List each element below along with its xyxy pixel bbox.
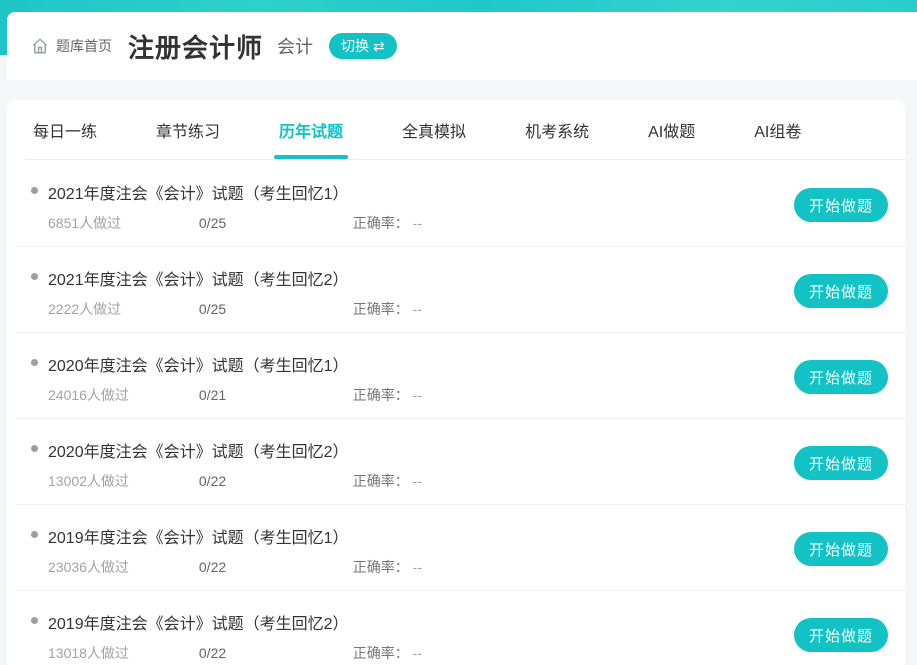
progress-count: 0/22 bbox=[199, 645, 349, 661]
start-questions-button[interactable]: 开始做题 bbox=[794, 274, 888, 308]
exam-stats: 6851人做过 0/25 正确率： -- bbox=[7, 213, 905, 233]
attempts-count: 23036人做过 bbox=[48, 557, 195, 577]
tab-bar: 每日一练 章节练习 历年试题 全真模拟 机考系统 AI做题 AI组卷 bbox=[7, 100, 905, 160]
exam-stats: 13018人做过 0/22 正确率： -- bbox=[7, 643, 905, 663]
exam-stats: 24016人做过 0/21 正确率： -- bbox=[7, 385, 905, 405]
exam-stats: 13002人做过 0/22 正确率： -- bbox=[7, 471, 905, 491]
exam-stats: 23036人做过 0/22 正确率： -- bbox=[7, 557, 905, 577]
accuracy-value: -- bbox=[413, 473, 422, 489]
tab-chapter-practice[interactable]: 章节练习 bbox=[156, 100, 220, 160]
tab-ai-questions[interactable]: AI做题 bbox=[648, 100, 695, 160]
exam-list: 2021年度注会《会计》试题（考生回忆1） 6851人做过 0/25 正确率： … bbox=[7, 160, 905, 665]
start-questions-button[interactable]: 开始做题 bbox=[794, 618, 888, 652]
list-item: 2020年度注会《会计》试题（考生回忆2） 13002人做过 0/22 正确率：… bbox=[7, 418, 905, 504]
exam-title: 2021年度注会《会计》试题（考生回忆1） bbox=[7, 160, 905, 204]
accuracy-label: 正确率： bbox=[353, 215, 409, 231]
bullet-icon bbox=[31, 273, 38, 280]
start-questions-button[interactable]: 开始做题 bbox=[794, 360, 888, 394]
bullet-icon bbox=[31, 445, 38, 452]
list-item: 2019年度注会《会计》试题（考生回忆2） 13018人做过 0/22 正确率：… bbox=[7, 590, 905, 665]
accuracy-label: 正确率： bbox=[353, 301, 409, 317]
exam-title: 2020年度注会《会计》试题（考生回忆2） bbox=[7, 418, 905, 462]
bullet-icon bbox=[31, 187, 38, 194]
exam-stats: 2222人做过 0/25 正确率： -- bbox=[7, 299, 905, 319]
accuracy-label: 正确率： bbox=[353, 645, 409, 661]
exam-title: 2020年度注会《会计》试题（考生回忆1） bbox=[7, 332, 905, 376]
breadcrumb[interactable]: 题库首页 bbox=[56, 36, 112, 56]
attempts-count: 13018人做过 bbox=[48, 643, 195, 663]
exam-title: 2019年度注会《会计》试题（考生回忆1） bbox=[7, 504, 905, 548]
list-item: 2021年度注会《会计》试题（考生回忆1） 6851人做过 0/25 正确率： … bbox=[7, 160, 905, 246]
swap-icon: ⇄ bbox=[373, 39, 385, 53]
attempts-count: 13002人做过 bbox=[48, 471, 195, 491]
exam-title: 2021年度注会《会计》试题（考生回忆2） bbox=[7, 246, 905, 290]
accuracy-label: 正确率： bbox=[353, 473, 409, 489]
accuracy-value: -- bbox=[413, 559, 422, 575]
attempts-count: 2222人做过 bbox=[48, 299, 195, 319]
accuracy-value: -- bbox=[413, 301, 422, 317]
progress-count: 0/25 bbox=[199, 301, 349, 317]
page-title: 注册会计师 bbox=[128, 28, 263, 65]
bullet-icon bbox=[31, 617, 38, 624]
accuracy-value: -- bbox=[413, 215, 422, 231]
progress-count: 0/25 bbox=[199, 215, 349, 231]
attempts-count: 6851人做过 bbox=[48, 213, 195, 233]
accuracy-label: 正确率： bbox=[353, 559, 409, 575]
list-item: 2019年度注会《会计》试题（考生回忆1） 23036人做过 0/22 正确率：… bbox=[7, 504, 905, 590]
tab-full-simulation[interactable]: 全真模拟 bbox=[402, 100, 466, 160]
progress-count: 0/22 bbox=[199, 559, 349, 575]
tab-computer-exam-system[interactable]: 机考系统 bbox=[525, 100, 589, 160]
tab-daily-practice[interactable]: 每日一练 bbox=[33, 100, 97, 160]
progress-count: 0/22 bbox=[199, 473, 349, 489]
accuracy-value: -- bbox=[413, 387, 422, 403]
header-card: 题库首页 注册会计师 会计 切换 ⇄ bbox=[7, 12, 917, 80]
accuracy-label: 正确率： bbox=[353, 387, 409, 403]
bullet-icon bbox=[31, 359, 38, 366]
exam-title: 2019年度注会《会计》试题（考生回忆2） bbox=[7, 590, 905, 634]
accuracy-value: -- bbox=[413, 645, 422, 661]
start-questions-button[interactable]: 开始做题 bbox=[794, 446, 888, 480]
subject-label: 会计 bbox=[277, 33, 313, 59]
switch-button-label: 切换 bbox=[341, 36, 369, 56]
switch-button[interactable]: 切换 ⇄ bbox=[329, 33, 397, 59]
tab-ai-paper[interactable]: AI组卷 bbox=[754, 100, 801, 160]
attempts-count: 24016人做过 bbox=[48, 385, 195, 405]
start-questions-button[interactable]: 开始做题 bbox=[794, 188, 888, 222]
tab-past-exams[interactable]: 历年试题 bbox=[279, 100, 343, 160]
home-icon[interactable] bbox=[31, 37, 49, 55]
bullet-icon bbox=[31, 531, 38, 538]
content-card: 每日一练 章节练习 历年试题 全真模拟 机考系统 AI做题 AI组卷 2021年… bbox=[7, 100, 905, 665]
list-item: 2021年度注会《会计》试题（考生回忆2） 2222人做过 0/25 正确率： … bbox=[7, 246, 905, 332]
start-questions-button[interactable]: 开始做题 bbox=[794, 532, 888, 566]
list-item: 2020年度注会《会计》试题（考生回忆1） 24016人做过 0/21 正确率：… bbox=[7, 332, 905, 418]
progress-count: 0/21 bbox=[199, 387, 349, 403]
